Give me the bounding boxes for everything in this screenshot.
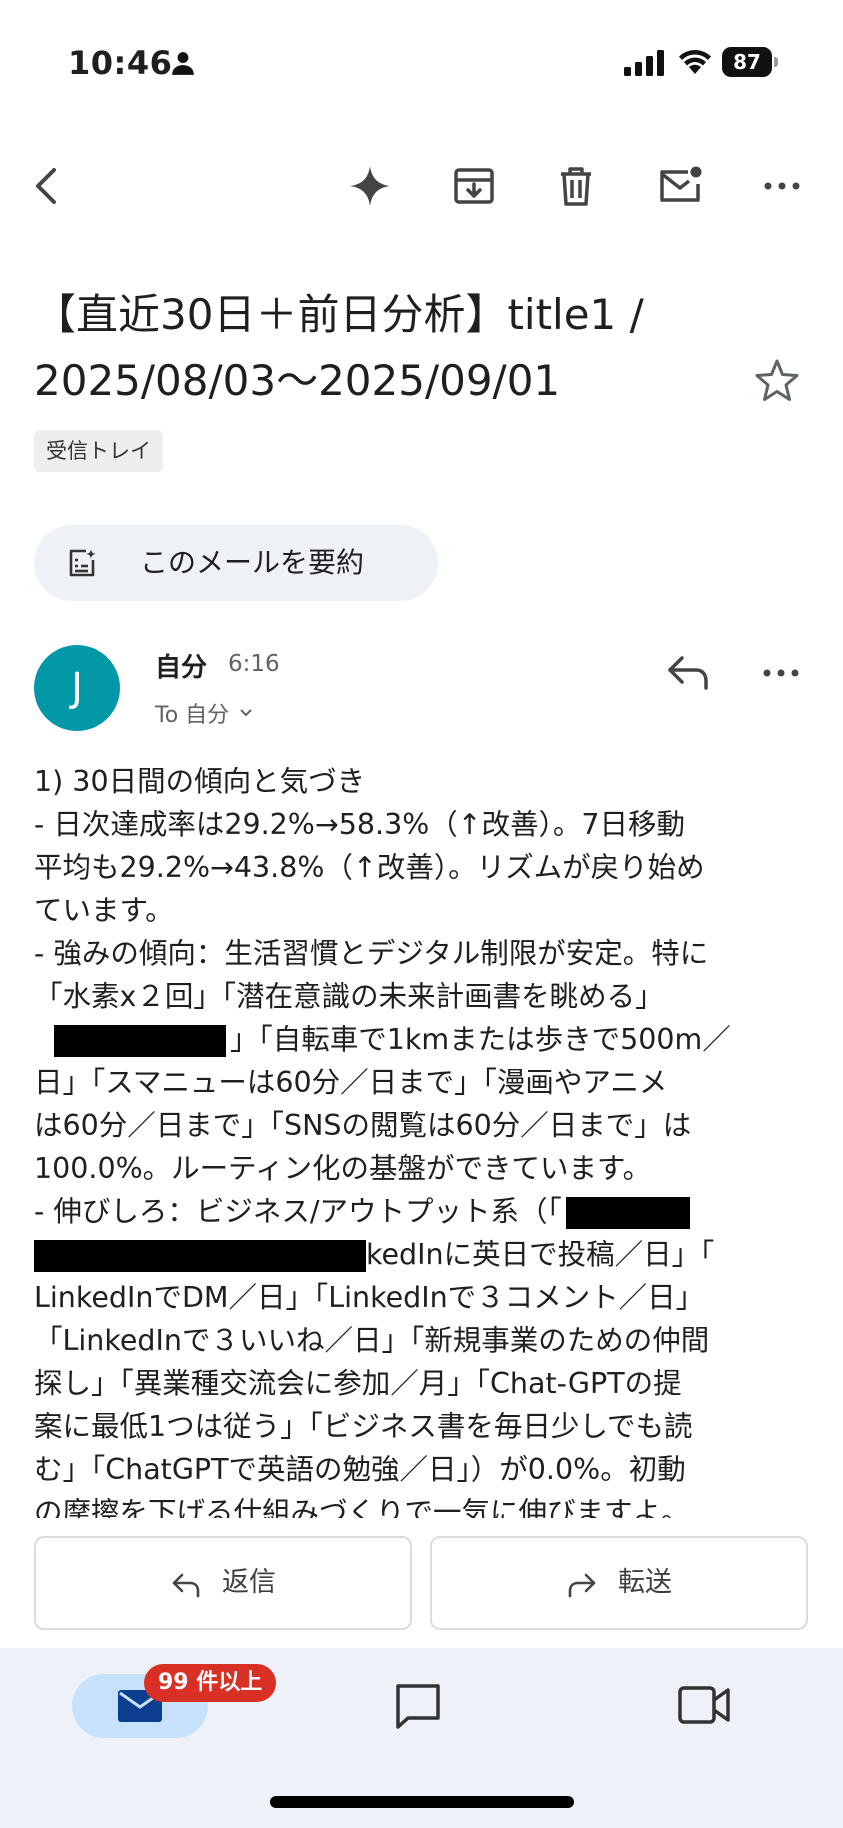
cellular-signal-icon xyxy=(624,50,664,76)
mark-unread-button[interactable] xyxy=(656,162,704,210)
forward-icon xyxy=(568,1573,596,1598)
summarize-icon xyxy=(69,549,96,577)
delete-button[interactable] xyxy=(552,162,600,210)
body-line: む」「ChatGPTで英語の勉強／日」）が0.0%。初動 xyxy=(34,1453,686,1486)
reply-icon[interactable] xyxy=(664,650,714,696)
body-line-text: kedInに英日で投稿／日」「 xyxy=(366,1238,715,1271)
body-line: 100.0%。ルーティン化の基盤ができています。 xyxy=(34,1152,652,1185)
unread-count-badge: 99 件以上 xyxy=(144,1664,277,1702)
email-subject: 【直近30日＋前日分析】title1 / 2025/08/03〜2025/09/… xyxy=(34,290,644,405)
body-line-redacted: kedInに英日で投稿／日」「 xyxy=(34,1233,810,1276)
body-line-redacted: - 伸びしろ：ビジネス/アウトプット系（「 xyxy=(34,1190,810,1233)
reply-button[interactable]: 返信 xyxy=(34,1536,412,1630)
body-line: 日」「スマニューは60分／日まで」「漫画やアニメ xyxy=(34,1066,668,1099)
forward-button[interactable]: 転送 xyxy=(430,1536,808,1630)
back-arrow-icon xyxy=(36,168,56,204)
battery-tip xyxy=(774,57,778,67)
more-horizontal-icon xyxy=(764,182,800,190)
sender-name: 自分 xyxy=(155,653,208,683)
summarize-email-button[interactable]: このメールを要約 xyxy=(34,525,438,601)
body-line: 「水素x２回」「潜在意識の未来計画書を眺める」 xyxy=(34,980,664,1013)
body-line: 1) 30日間の傾向と気づき xyxy=(34,765,366,798)
reply-label: 返信 xyxy=(222,1567,276,1598)
recipient-details-toggle[interactable]: To 自分 xyxy=(155,698,255,728)
body-line: は60分／日まで」「SNSの閲覧は60分／日まで」は xyxy=(34,1109,692,1142)
gemini-sparkle-icon xyxy=(350,166,390,206)
body-line: 探し」「異業種交流会に参加／月」「Chat-GPTの提 xyxy=(34,1367,682,1400)
chat-icon[interactable] xyxy=(392,1680,444,1732)
archive-icon xyxy=(454,168,494,204)
body-line: LinkedInでDM／日」「LinkedInで３コメント／日」 xyxy=(34,1281,705,1314)
status-bar: 10:46 87 xyxy=(0,0,843,125)
redaction-box xyxy=(34,1240,366,1272)
gemini-button[interactable] xyxy=(346,162,394,210)
video-camera-icon[interactable] xyxy=(676,1682,732,1728)
chevron-down-icon xyxy=(240,709,252,717)
mail-unread-icon xyxy=(660,166,702,202)
inbox-label-chip[interactable]: 受信トレイ xyxy=(34,430,163,472)
person-icon xyxy=(172,52,194,75)
archive-button[interactable] xyxy=(450,162,498,210)
bottom-navigation: 99 件以上 xyxy=(0,1648,843,1828)
wifi-icon xyxy=(679,50,711,74)
back-button[interactable] xyxy=(24,162,72,210)
message-more-icon[interactable] xyxy=(756,650,806,696)
battery-indicator: 87 xyxy=(722,47,780,77)
redaction-box xyxy=(54,1025,226,1057)
body-line-text: - 伸びしろ：ビジネス/アウトプット系（「 xyxy=(34,1195,562,1228)
body-line: 平均も29.2%→43.8%（↑改善）。リズムが戻り始め xyxy=(34,851,705,884)
trash-icon xyxy=(561,167,591,206)
body-line: ています。 xyxy=(34,894,174,927)
body-line: の摩擦を下げる仕組みづくりで一気に伸びますよ。 xyxy=(34,1496,690,1518)
email-toolbar xyxy=(0,150,843,222)
body-line: 「LinkedInで３いいね／日」「新規事業のための仲間 xyxy=(34,1324,710,1357)
summarize-label: このメールを要約 xyxy=(140,546,365,579)
battery-level: 87 xyxy=(722,47,772,77)
redaction-box xyxy=(565,1197,690,1229)
status-time: 10:46 xyxy=(68,44,173,82)
forward-label: 転送 xyxy=(618,1567,672,1598)
body-line-text: 」「自転車で1kmまたは歩きで500m／ xyxy=(230,1023,731,1056)
sent-time: 6:16 xyxy=(228,651,280,677)
home-indicator xyxy=(270,1796,574,1808)
sender-avatar[interactable]: J xyxy=(34,645,120,731)
body-line: 案に最低1つは従う」「ビジネス書を毎日少しでも読 xyxy=(34,1410,693,1443)
email-body-text: 1) 30日間の傾向と気づき - 日次達成率は29.2%→58.3%（↑改善）。… xyxy=(34,760,810,1518)
email-body: 1) 30日間の傾向と気づき - 日次達成率は29.2%→58.3%（↑改善）。… xyxy=(34,760,810,1518)
reply-icon xyxy=(172,1573,200,1598)
more-options-button[interactable] xyxy=(758,162,806,210)
gmail-email-view: 10:46 87 【直近30日＋前日分析】title1 / 2025/08/03… xyxy=(0,0,843,1828)
body-line: - 強みの傾向：生活習慣とデジタル制限が安定。特に xyxy=(34,937,709,970)
body-line: - 日次達成率は29.2%→58.3%（↑改善）。7日移動 xyxy=(34,808,686,841)
body-line-redacted: 」「自転車で1kmまたは歩きで500m／ xyxy=(34,1018,810,1061)
recipient-text: To 自分 xyxy=(155,703,230,728)
star-icon[interactable] xyxy=(752,356,802,406)
